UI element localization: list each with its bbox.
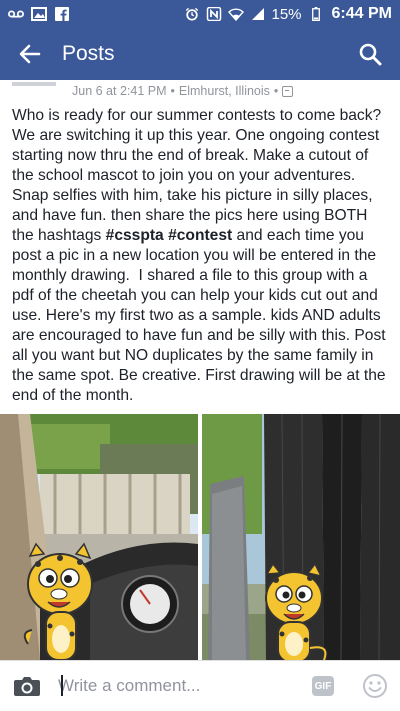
comment-input[interactable]	[58, 670, 312, 702]
clock: 6:44 PM	[331, 5, 392, 22]
facebook-icon	[55, 7, 69, 21]
stone-pillars-photo[interactable]	[202, 414, 400, 660]
search-icon	[359, 43, 382, 66]
smiley-icon	[363, 674, 387, 698]
status-bar: 15% 6:44 PM	[0, 0, 400, 28]
emoji-button[interactable]	[362, 673, 388, 699]
hashtag-contest[interactable]: #contest	[168, 227, 232, 244]
car-dashboard-photo[interactable]	[0, 414, 198, 660]
post-meta: Jun 6 at 2:41 PM • Elmhurst, Illinois •	[0, 80, 400, 102]
post-photos	[0, 414, 400, 660]
voicemail-icon	[8, 10, 24, 18]
meta-separator: •	[170, 84, 175, 98]
text-caret	[61, 675, 63, 696]
comment-bar: GIF	[0, 660, 400, 711]
author-header-remnant	[12, 82, 56, 86]
meta-separator: •	[273, 84, 279, 98]
nfc-icon	[206, 7, 221, 21]
camera-icon	[14, 677, 40, 696]
gif-button[interactable]: GIF	[312, 676, 334, 696]
post-body: Who is ready for our summer contests to …	[12, 106, 392, 406]
search-button[interactable]	[352, 36, 388, 72]
signal-icon	[251, 8, 264, 20]
battery-icon	[311, 7, 320, 21]
alarm-icon	[185, 7, 198, 21]
post-location[interactable]: Elmhurst, Illinois	[179, 84, 270, 98]
group-privacy-icon	[282, 85, 294, 97]
image-icon	[31, 7, 47, 21]
camera-button[interactable]	[12, 671, 42, 701]
post-text-part1: Who is ready for our summer contests to …	[12, 107, 386, 244]
page-title: Posts	[62, 42, 115, 65]
app-bar: Posts	[0, 28, 400, 80]
post-meta-text: Jun 6 at 2:41 PM • Elmhurst, Illinois •	[72, 84, 294, 98]
back-button[interactable]	[12, 36, 48, 72]
car-dashboard-image	[0, 414, 198, 660]
wifi-icon	[227, 8, 244, 21]
arrow-left-icon	[19, 44, 41, 64]
battery-percent: 15%	[271, 5, 302, 23]
post-text-part2: and each time you post a pic in a new lo…	[12, 227, 390, 404]
status-right-icons: 15% 6:44 PM	[184, 5, 392, 23]
hashtag-csspta[interactable]: #csspta	[106, 227, 164, 244]
stone-pillars-image	[202, 414, 400, 660]
post-date[interactable]: Jun 6 at 2:41 PM	[72, 84, 167, 98]
status-left-icons	[8, 7, 70, 21]
